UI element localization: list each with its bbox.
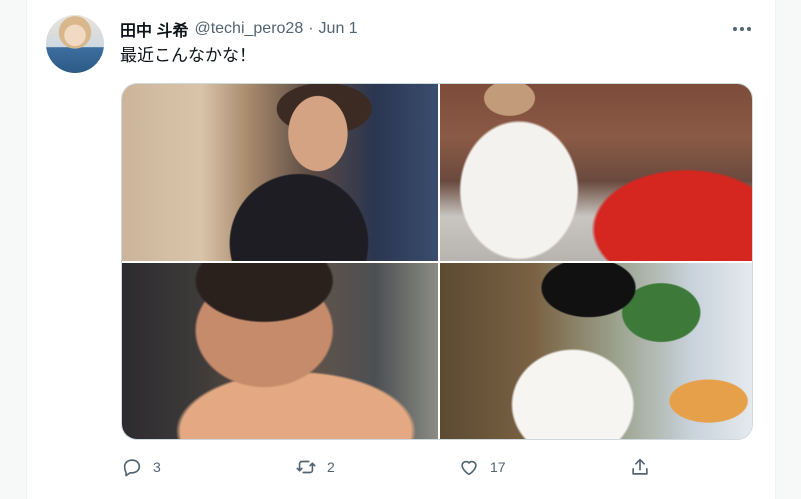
tweet-actions: 3 2 17 xyxy=(121,455,661,479)
reply-button[interactable]: 3 xyxy=(121,455,161,479)
share-button[interactable] xyxy=(629,455,651,479)
reply-count: 3 xyxy=(153,459,161,475)
retweet-count: 2 xyxy=(327,459,335,475)
avatar[interactable] xyxy=(46,15,104,73)
retweet-icon xyxy=(296,460,316,474)
user-handle[interactable]: @techi_pero28 xyxy=(194,20,303,38)
reply-icon xyxy=(123,459,141,477)
tweet-photo-2[interactable] xyxy=(440,84,752,261)
like-button[interactable]: 17 xyxy=(458,455,506,479)
display-name[interactable]: 田中 斗希 xyxy=(120,17,188,41)
retweet-button[interactable]: 2 xyxy=(295,455,335,479)
dot-icon xyxy=(740,27,744,31)
dot-icon xyxy=(747,27,751,31)
tweet-photo-4[interactable] xyxy=(440,263,752,439)
dot-icon xyxy=(733,27,737,31)
tweet-text: 最近こんなかな！ xyxy=(120,46,256,65)
like-count: 17 xyxy=(490,459,506,475)
share-icon xyxy=(632,458,648,475)
more-options-icon[interactable] xyxy=(728,20,756,38)
tweet-photo-3[interactable] xyxy=(122,263,438,439)
heart-icon xyxy=(461,460,477,476)
tweet-header: 田中 斗希 @techi_pero28 · Jun 1 xyxy=(120,18,358,40)
tweet-date[interactable]: Jun 1 xyxy=(319,20,358,38)
separator-dot: · xyxy=(308,20,314,37)
media-grid xyxy=(121,83,753,440)
tweet-photo-1[interactable] xyxy=(122,84,438,261)
